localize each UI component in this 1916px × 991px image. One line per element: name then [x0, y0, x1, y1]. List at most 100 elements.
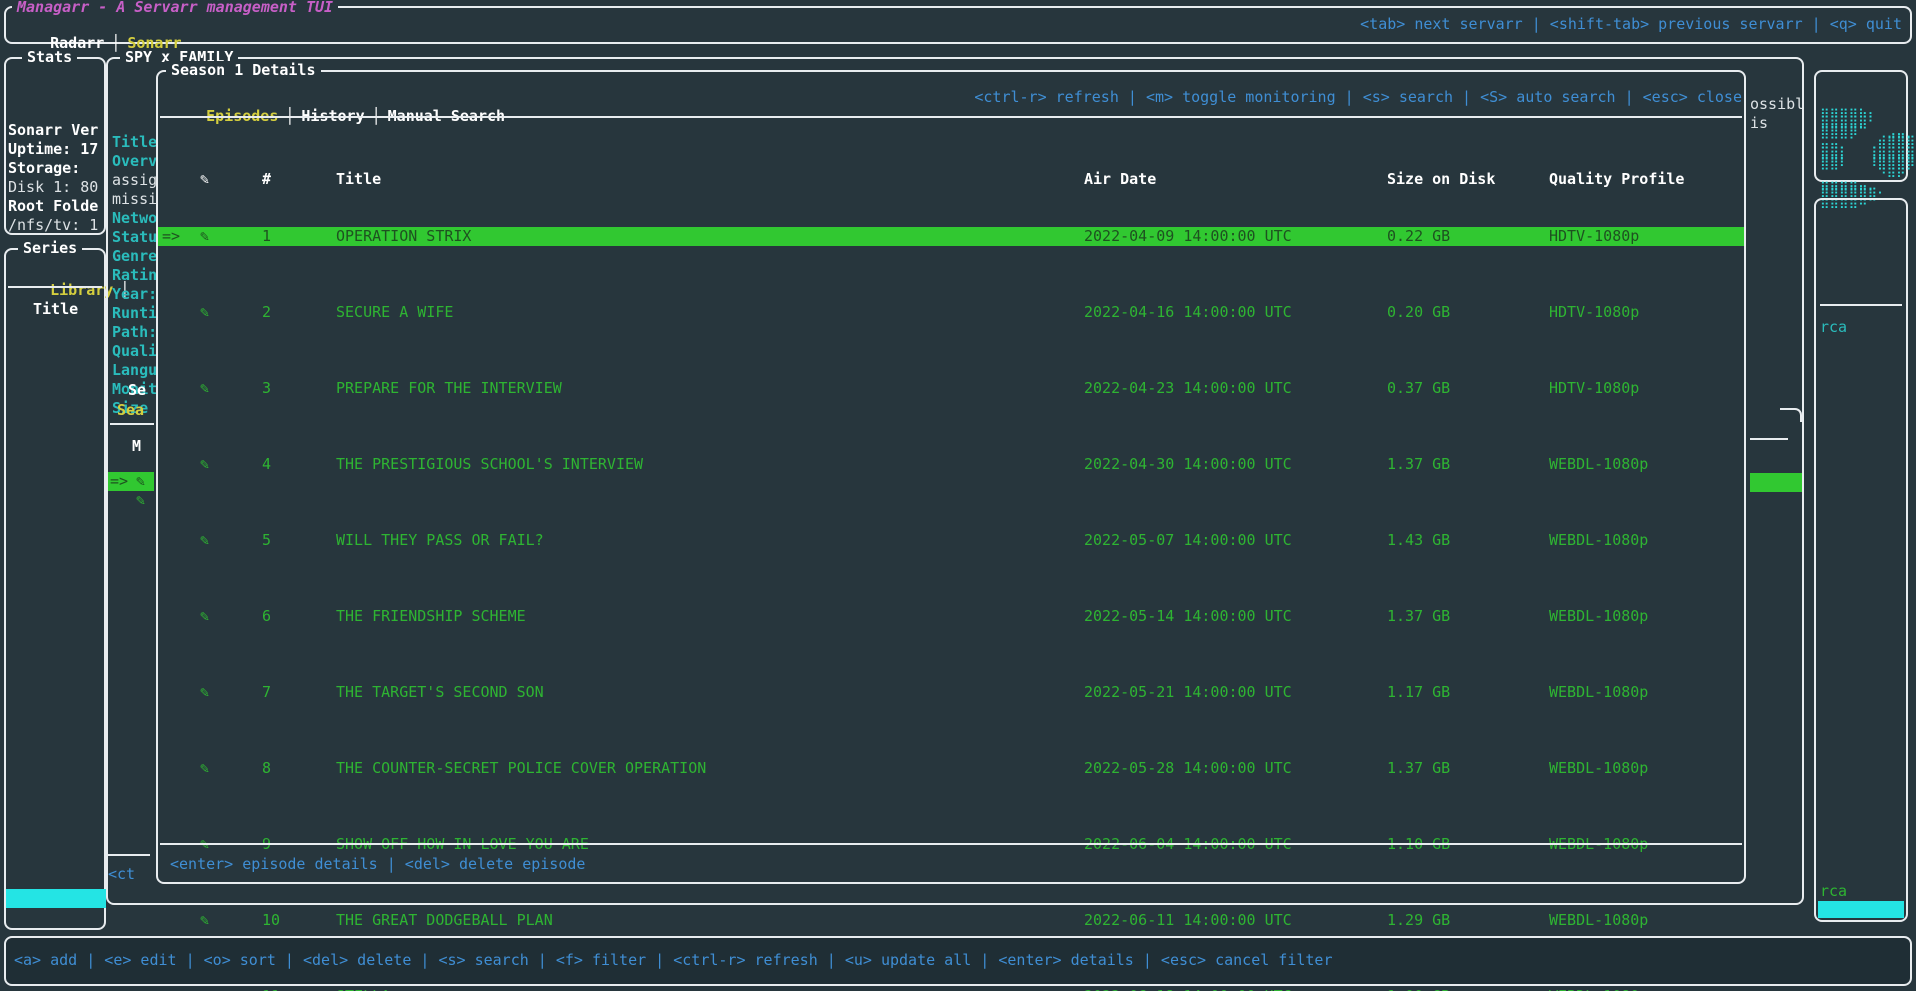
stats-line: Uptime: 17: [8, 140, 104, 159]
seasons-panel-title-fragment: Se: [128, 381, 146, 400]
episode-air-date: 2022-04-30 14:00:00 UTC: [1084, 455, 1387, 474]
series-list-item[interactable]: Cosmos: [6, 623, 106, 642]
series-list-item[interactable]: Westwor: [6, 718, 106, 737]
hidden-panel-line-fragment: [1750, 438, 1788, 440]
selected-marker: [162, 759, 200, 778]
episode-size: 1.37 GB: [1387, 759, 1549, 778]
series-list-item[interactable]: Blue Pl: [6, 585, 106, 604]
series-list-item[interactable]: The Leg: [6, 813, 106, 832]
series-list-item[interactable]: Planet: [6, 547, 106, 566]
series-list-item[interactable]: Outland: [6, 908, 106, 927]
series-tab-underline: [8, 286, 102, 288]
episode-air-date: 2022-04-23 14:00:00 UTC: [1084, 379, 1387, 398]
series-list-item[interactable]: Game of: [6, 338, 106, 357]
episode-row[interactable]: ✎ 11 STELLA 2022-06-18 14:00:00 UTC 1.00…: [158, 987, 1744, 991]
overview-text-fragment: ossible: [1750, 95, 1802, 114]
series-list-item[interactable]: Elfen L: [6, 870, 106, 889]
episode-row[interactable]: ✎ 3 PREPARE FOR THE INTERVIEW 2022-04-23…: [158, 379, 1744, 398]
episode-row[interactable]: ✎ 10 THE GREAT DODGEBALL PLAN 2022-06-11…: [158, 911, 1744, 930]
series-list-item[interactable]: Cosmos: [6, 604, 106, 623]
episode-size: 1.17 GB: [1387, 683, 1549, 702]
episode-air-date: 2022-05-14 14:00:00 UTC: [1084, 607, 1387, 626]
episode-quality: WEBDL-1080p: [1549, 683, 1742, 702]
episode-row[interactable]: => ✎ 1 OPERATION STRIX 2022-04-09 14:00:…: [158, 227, 1744, 246]
series-list-item[interactable]: The X-F: [6, 737, 106, 756]
episode-title: THE TARGET'S SECOND SON: [336, 683, 1084, 702]
selected-marker: [162, 379, 200, 398]
right-label-fragment: rca: [1820, 882, 1847, 901]
selected-marker: =>: [110, 472, 128, 491]
progress-bar: [1818, 901, 1904, 918]
series-list-item[interactable]: Firefly: [6, 661, 106, 680]
popup-footer-help: <enter> episode details | <del> delete e…: [170, 855, 585, 874]
series-list-item[interactable]: The Exo: [6, 471, 106, 490]
field-label: Langu: [112, 361, 156, 380]
series-list-item[interactable]: A Disco: [6, 699, 106, 718]
popup-footer-line: [160, 843, 1742, 845]
selected-season-row-fragment[interactable]: => ✎: [108, 472, 154, 491]
series-list-item[interactable]: The Ter: [6, 395, 106, 414]
popup-help: <ctrl-r> refresh | <m> toggle monitoring…: [974, 88, 1742, 107]
right-label-fragment: rca: [1820, 318, 1847, 337]
header-help: <tab> next servarr | <shift-tab> previou…: [1360, 15, 1902, 34]
episode-quality: WEBDL-1080p: [1549, 987, 1742, 991]
series-list-item[interactable]: The Enf: [6, 376, 106, 395]
stats-line: Root Folde: [8, 197, 104, 216]
episode-row[interactable]: ✎ 8 THE COUNTER-SECRET POLICE COVER OPER…: [158, 759, 1744, 778]
series-list-item[interactable]: The Blu: [6, 566, 106, 585]
episode-number: 2: [262, 303, 336, 322]
series-list-item[interactable]: Castle: [6, 452, 106, 471]
field-label: Year:: [112, 285, 156, 304]
series-list-item[interactable]: Planet: [6, 528, 106, 547]
episode-quality: HDTV-1080p: [1549, 379, 1742, 398]
series-list-item[interactable]: Storm o: [6, 357, 106, 376]
seasons-help-fragment: <ct: [108, 865, 135, 884]
series-list-item[interactable]: House o: [6, 319, 106, 338]
series-list-item[interactable]: Band of: [6, 509, 106, 528]
seasons-column-header-fragment: M: [132, 437, 141, 456]
episode-size: 1.37 GB: [1387, 455, 1549, 474]
episode-row[interactable]: ✎ 5 WILL THEY PASS OR FAIL? 2022-05-07 1…: [158, 531, 1744, 550]
episode-row[interactable]: ✎ 2 SECURE A WIFE 2022-04-16 14:00:00 UT…: [158, 303, 1744, 322]
series-list-item[interactable]: Avatar:: [6, 775, 106, 794]
selected-marker: [162, 911, 200, 930]
overview-text-fragment: is: [1750, 114, 1802, 133]
episode-size: 0.22 GB: [1387, 227, 1549, 246]
episode-air-date: 2022-06-11 14:00:00 UTC: [1084, 911, 1387, 930]
episode-row[interactable]: ✎ 6 THE FRIENDSHIP SCHEME 2022-05-14 14:…: [158, 607, 1744, 626]
series-list-item[interactable]: Attack: [6, 642, 106, 661]
popup-tabs-underline: [160, 116, 1742, 118]
series-panel-title: Series: [18, 239, 82, 258]
seasons-tab-fragment[interactable]: Sea: [117, 401, 144, 420]
episode-quality: WEBDL-1080p: [1549, 455, 1742, 474]
stats-line: Storage:: [8, 159, 104, 178]
selected-marker: [162, 455, 200, 474]
episode-title: WILL THEY PASS OR FAIL?: [336, 531, 1084, 550]
series-list-item[interactable]: Fullmet: [6, 832, 106, 851]
series-list-item[interactable]: Fruits: [6, 680, 106, 699]
episode-number: 7: [262, 683, 336, 702]
episode-air-date: 2022-04-09 14:00:00 UTC: [1084, 227, 1387, 246]
series-list-item[interactable]: Fullmet: [6, 851, 106, 870]
series-list-item[interactable]: Moriart: [6, 433, 106, 452]
series-list-item[interactable]: Chernob: [6, 490, 106, 509]
episode-quality: WEBDL-1080p: [1549, 759, 1742, 778]
episode-row[interactable]: ✎ 7 THE TARGET'S SECOND SON 2022-05-21 1…: [158, 683, 1744, 702]
series-list-item[interactable]: The Out: [6, 414, 106, 433]
episode-title: STELLA: [336, 987, 1084, 991]
field-label: Runti: [112, 304, 156, 323]
series-column-header: Title: [33, 300, 78, 319]
field-label: Genre: [112, 247, 156, 266]
episode-size: 0.37 GB: [1387, 379, 1549, 398]
episode-row[interactable]: ✎ 4 THE PRESTIGIOUS SCHOOL'S INTERVIEW 2…: [158, 455, 1744, 474]
field-label: Quali: [112, 342, 156, 361]
episode-title: PREPARE FOR THE INTERVIEW: [336, 379, 1084, 398]
series-list-item[interactable]: Avatar:: [6, 794, 106, 813]
series-list-item[interactable]: =>SPY x F: [6, 889, 106, 908]
series-list-item[interactable]: Hanniba: [6, 756, 106, 775]
episode-number: 6: [262, 607, 336, 626]
right-panel-line: [1820, 304, 1902, 306]
tab-library[interactable]: Library: [50, 281, 113, 299]
field-label: missi: [112, 190, 156, 209]
series-list: House o Game of Storm o The Enf The Ter …: [6, 319, 106, 927]
